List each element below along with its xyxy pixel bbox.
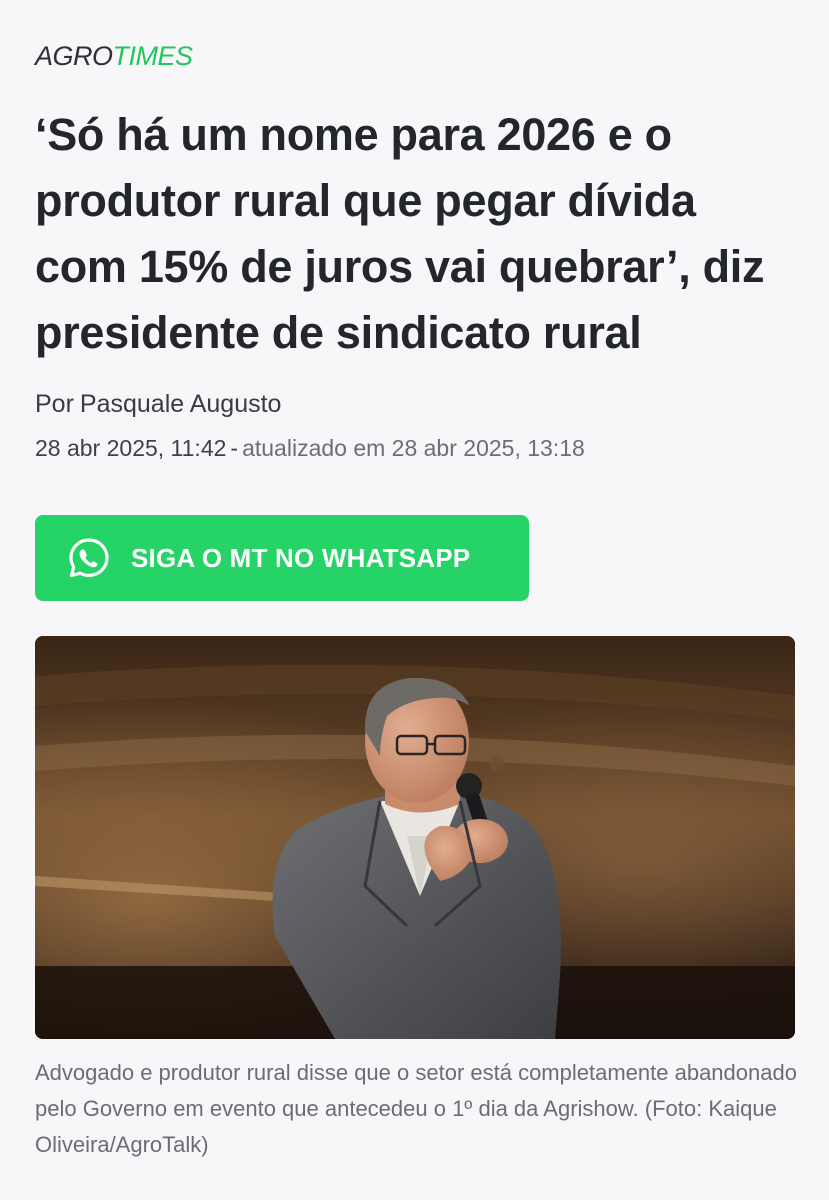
article-dates: 28 abr 2025, 11:42- atualizado em 28 abr … [35, 433, 585, 463]
updated-date: atualizado em 28 abr 2025, 13:18 [242, 435, 585, 461]
date-separator: - [230, 435, 239, 461]
speaker-photo-illustration [35, 636, 795, 1039]
author-link[interactable]: Pasquale Augusto [80, 390, 282, 418]
photo-caption: Advogado e produtor rural disse que o se… [35, 1060, 797, 1157]
whatsapp-follow-button[interactable]: SIGA O MT NO WHATSAPP [35, 515, 529, 601]
byline-prefix: Por [35, 390, 74, 418]
article-page: AGROTIMES ‘Só há um nome para 2026 e o p… [0, 0, 829, 1200]
published-date: 28 abr 2025, 11:42 [35, 435, 227, 461]
site-logo[interactable]: AGROTIMES [35, 40, 193, 72]
logo-times: TIMES [112, 41, 194, 71]
byline: Por Pasquale Augusto [35, 388, 281, 420]
whatsapp-button-label: SIGA O MT NO WHATSAPP [131, 542, 471, 573]
whatsapp-icon [69, 538, 109, 578]
article-photo[interactable] [35, 636, 795, 1039]
article-headline: ‘Só há um nome para 2026 e o produtor ru… [35, 109, 765, 358]
logo-agro: AGRO [35, 41, 113, 71]
